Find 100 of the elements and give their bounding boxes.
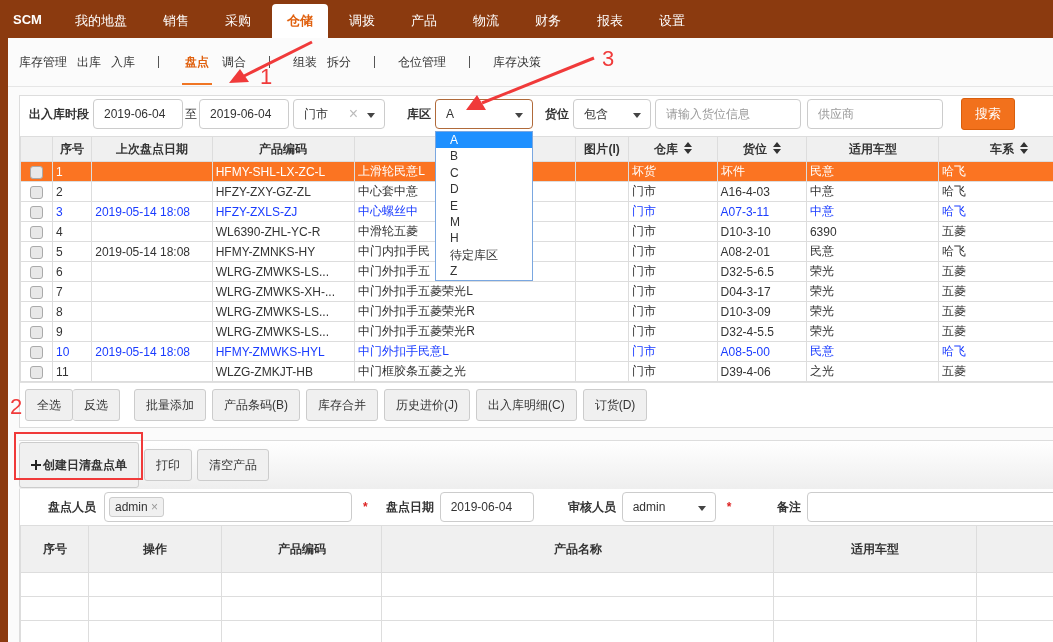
toolbar-button[interactable]: 全选 <box>25 389 73 421</box>
dropdown-option[interactable]: H <box>436 230 532 247</box>
table-cell: D39-4-06 <box>717 361 807 382</box>
row-checkbox[interactable] <box>30 265 44 279</box>
sort-icon[interactable] <box>772 141 781 154</box>
slot-select[interactable]: 包含 <box>573 99 651 129</box>
nav-tab[interactable]: 调拨 <box>331 4 393 38</box>
row-checkbox[interactable] <box>30 225 44 239</box>
nav-tab[interactable]: 物流 <box>455 4 517 38</box>
table-cell: 门市 <box>628 261 718 282</box>
supplier-input[interactable]: 供应商 <box>807 99 943 129</box>
note-field[interactable] <box>807 492 1053 522</box>
action-button[interactable]: 打印 <box>144 449 192 481</box>
date-field[interactable]: 2019-06-04 <box>439 492 534 522</box>
table-cell: WLRG-ZMWKS-LS... <box>212 261 355 282</box>
subnav-link[interactable]: 库存决策 <box>493 53 541 71</box>
toolbar-button[interactable]: 历史进价(J) <box>384 389 470 421</box>
nav-tab[interactable]: 采购 <box>207 4 269 38</box>
zone-select[interactable]: A <box>435 99 533 129</box>
table-cell: HFZY-ZXLS-ZJ <box>212 201 355 222</box>
column-header[interactable]: 仓库 <box>628 136 718 162</box>
row-checkbox[interactable] <box>30 245 44 259</box>
subnav-link[interactable]: 调合 <box>222 53 246 71</box>
nav-tab[interactable]: 产品 <box>393 4 455 38</box>
plus-icon <box>31 460 41 470</box>
row-checkbox[interactable] <box>30 325 44 339</box>
toolbar-button[interactable]: 反选 <box>73 389 120 421</box>
column-header[interactable]: 货位 <box>717 136 807 162</box>
table-cell: 7 <box>52 281 92 302</box>
row-checkbox[interactable] <box>30 185 44 199</box>
toolbar-button[interactable]: 订货(D) <box>582 389 648 421</box>
required-mark: * <box>726 500 732 514</box>
column-header: 适用车型 <box>806 136 939 162</box>
dropdown-option[interactable]: D <box>436 181 532 198</box>
date-field[interactable]: 2019-06-04 <box>199 99 289 129</box>
table-cell: 荣光 <box>806 281 939 302</box>
dropdown-option[interactable]: Z <box>436 263 532 280</box>
subnav-link[interactable]: 盘点 <box>182 40 212 85</box>
sort-icon[interactable] <box>683 141 692 154</box>
nav-tab[interactable]: 销售 <box>145 4 207 38</box>
nav-tab[interactable]: 财务 <box>517 4 579 38</box>
table-cell: 中门外扣手五菱荣光L <box>354 281 576 302</box>
dropdown-option[interactable]: 待定库区 <box>436 246 532 264</box>
column-header: 适用车型 <box>773 525 977 573</box>
table-cell: 2019-05-14 18:08 <box>91 341 213 362</box>
date-label: 盘点日期 <box>385 498 434 516</box>
reviewer-select[interactable]: admin <box>621 492 716 522</box>
column-header: 产品名称 <box>381 525 774 573</box>
table-cell: 6390 <box>806 221 939 242</box>
subnav-link[interactable]: 仓位管理 <box>398 53 446 71</box>
column-header: 产品编码 <box>212 136 355 162</box>
note-label: 备注 <box>777 498 802 516</box>
row-checkbox[interactable] <box>30 165 44 179</box>
dropdown-option[interactable]: C <box>436 164 532 182</box>
row-checkbox[interactable] <box>30 285 44 299</box>
table-cell: 4 <box>52 221 92 242</box>
row-checkbox[interactable] <box>30 305 44 319</box>
toolbar-button[interactable]: 库存合并 <box>306 389 378 421</box>
table-cell: A08-5-00 <box>717 341 807 362</box>
table-cell: WLZG-ZMKJT-HB <box>212 361 355 382</box>
nav-tab[interactable]: 我的地盘 <box>57 4 145 38</box>
slot-input[interactable]: 请输入货位信息 <box>655 99 801 129</box>
subnav-link[interactable]: 库存管理 <box>19 53 67 71</box>
table-cell: 门市 <box>628 301 718 322</box>
table-cell <box>575 321 629 342</box>
subnav-link[interactable]: 组装 <box>293 53 317 71</box>
toolbar-button[interactable]: 产品条码(B) <box>212 389 300 421</box>
table-cell: 门市 <box>628 241 718 262</box>
dropdown-option[interactable]: M <box>436 213 532 231</box>
action-button[interactable]: 清空产品 <box>197 449 269 481</box>
toolbar-button[interactable]: 批量添加 <box>134 389 206 421</box>
store-select[interactable]: 门市 × <box>293 99 385 129</box>
nav-tab[interactable]: 报表 <box>579 4 641 38</box>
table-cell: A08-2-01 <box>717 241 807 262</box>
subnav-link[interactable]: 出库 <box>77 53 101 71</box>
date-field[interactable]: 2019-06-04 <box>93 99 183 129</box>
required-mark: * <box>363 500 368 514</box>
row-checkbox[interactable] <box>30 345 44 359</box>
table-cell: A07-3-11 <box>717 201 807 222</box>
subnav-link[interactable]: 入库 <box>111 53 135 71</box>
action-button[interactable]: 创建日清盘点单 <box>19 442 139 488</box>
subnav-link[interactable]: 拆分 <box>327 53 351 71</box>
dropdown-option[interactable]: E <box>436 197 532 214</box>
row-checkbox[interactable] <box>30 205 44 219</box>
row-checkbox[interactable] <box>30 365 44 379</box>
nav-tab[interactable]: 设置 <box>641 4 703 38</box>
annotation-number: 1 <box>260 66 273 88</box>
table-cell: 10 <box>52 341 92 362</box>
column-header[interactable]: 车系 <box>938 136 1053 162</box>
table-cell: 门市 <box>628 201 718 222</box>
counter-field[interactable]: admin × <box>104 492 352 522</box>
table-cell: WLRG-ZMWKS-LS... <box>212 301 355 322</box>
table-cell <box>575 341 629 362</box>
sort-icon[interactable] <box>1020 141 1029 154</box>
table-cell: 中门外扣手民意L <box>354 341 576 362</box>
toolbar-button[interactable]: 出入库明细(C) <box>476 389 577 421</box>
divider <box>469 56 470 68</box>
nav-tab[interactable]: 仓储 <box>272 4 328 38</box>
column-header: 序号 <box>52 136 92 162</box>
column-header: 图片(I) <box>575 136 629 162</box>
